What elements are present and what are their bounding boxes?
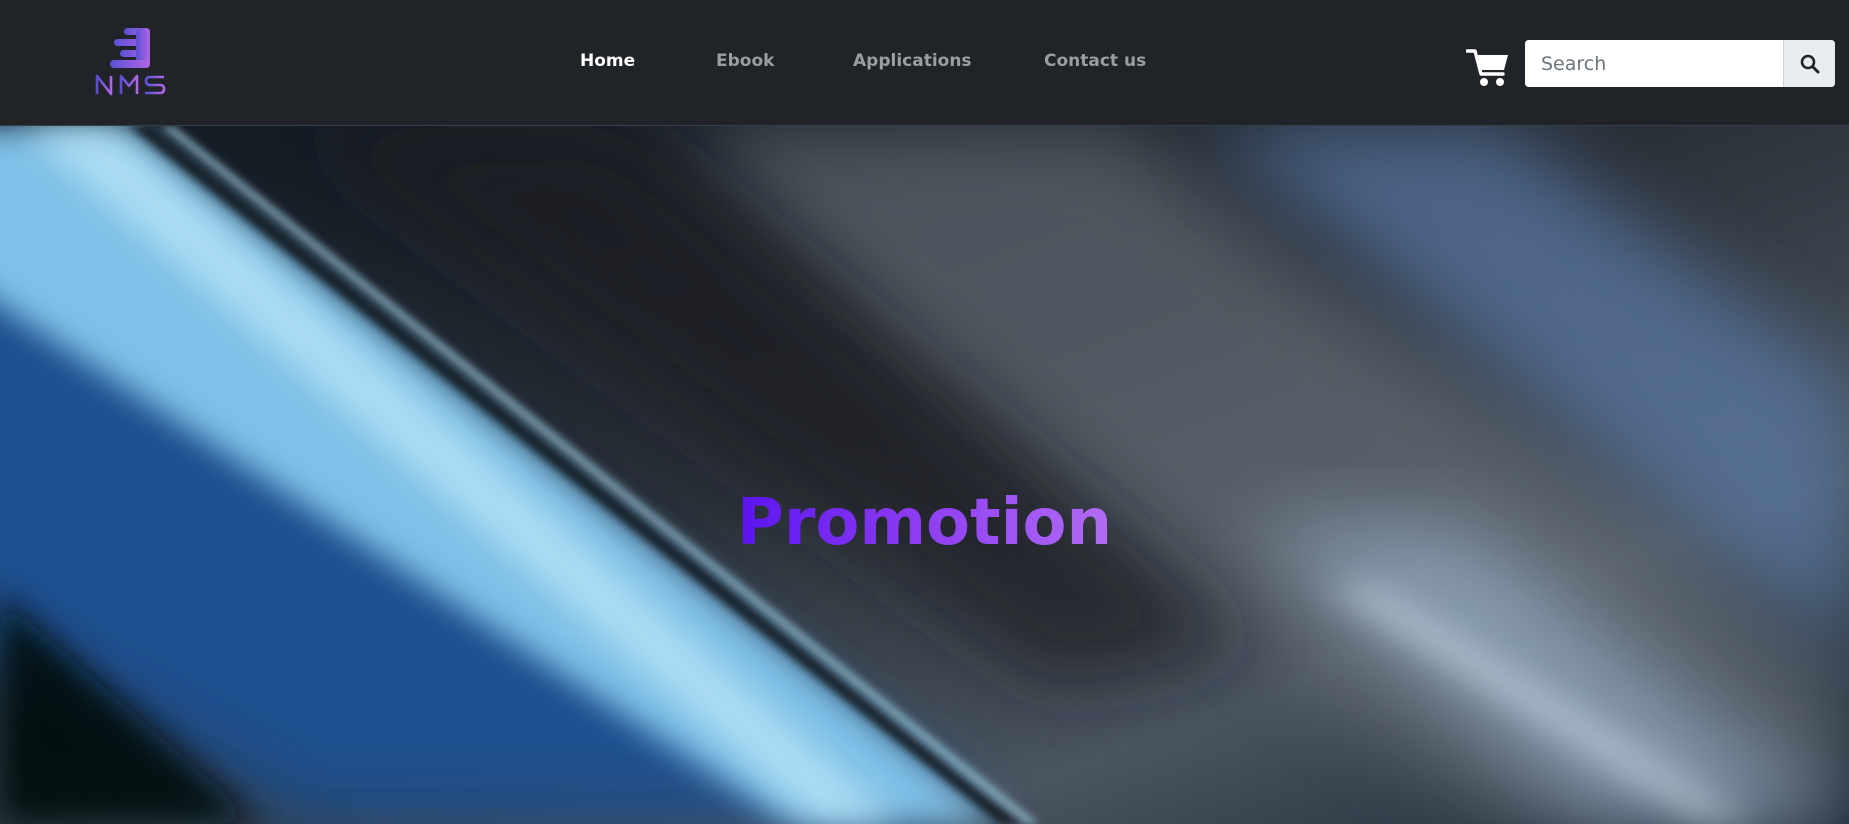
hero-background-image — [0, 126, 1849, 824]
hero-banner: Promotion — [0, 126, 1849, 824]
search-input[interactable] — [1525, 40, 1783, 87]
nav-ebook[interactable]: Ebook — [716, 51, 774, 71]
nav-applications[interactable]: Applications — [853, 51, 972, 71]
hero-title: Promotion — [0, 485, 1849, 562]
navbar: Home Ebook Applications Contact us — [0, 0, 1849, 126]
search-button[interactable] — [1783, 40, 1835, 87]
nms-logo-icon — [95, 28, 166, 96]
search-form — [1525, 40, 1835, 87]
nav-contact-us[interactable]: Contact us — [1044, 51, 1146, 71]
search-icon — [1800, 54, 1819, 73]
hero-title-text: Promotion — [736, 485, 1113, 560]
cart-button[interactable] — [1465, 46, 1510, 88]
shopping-cart-icon — [1465, 49, 1508, 86]
nav-home[interactable]: Home — [580, 51, 635, 71]
brand-logo[interactable] — [94, 22, 174, 98]
